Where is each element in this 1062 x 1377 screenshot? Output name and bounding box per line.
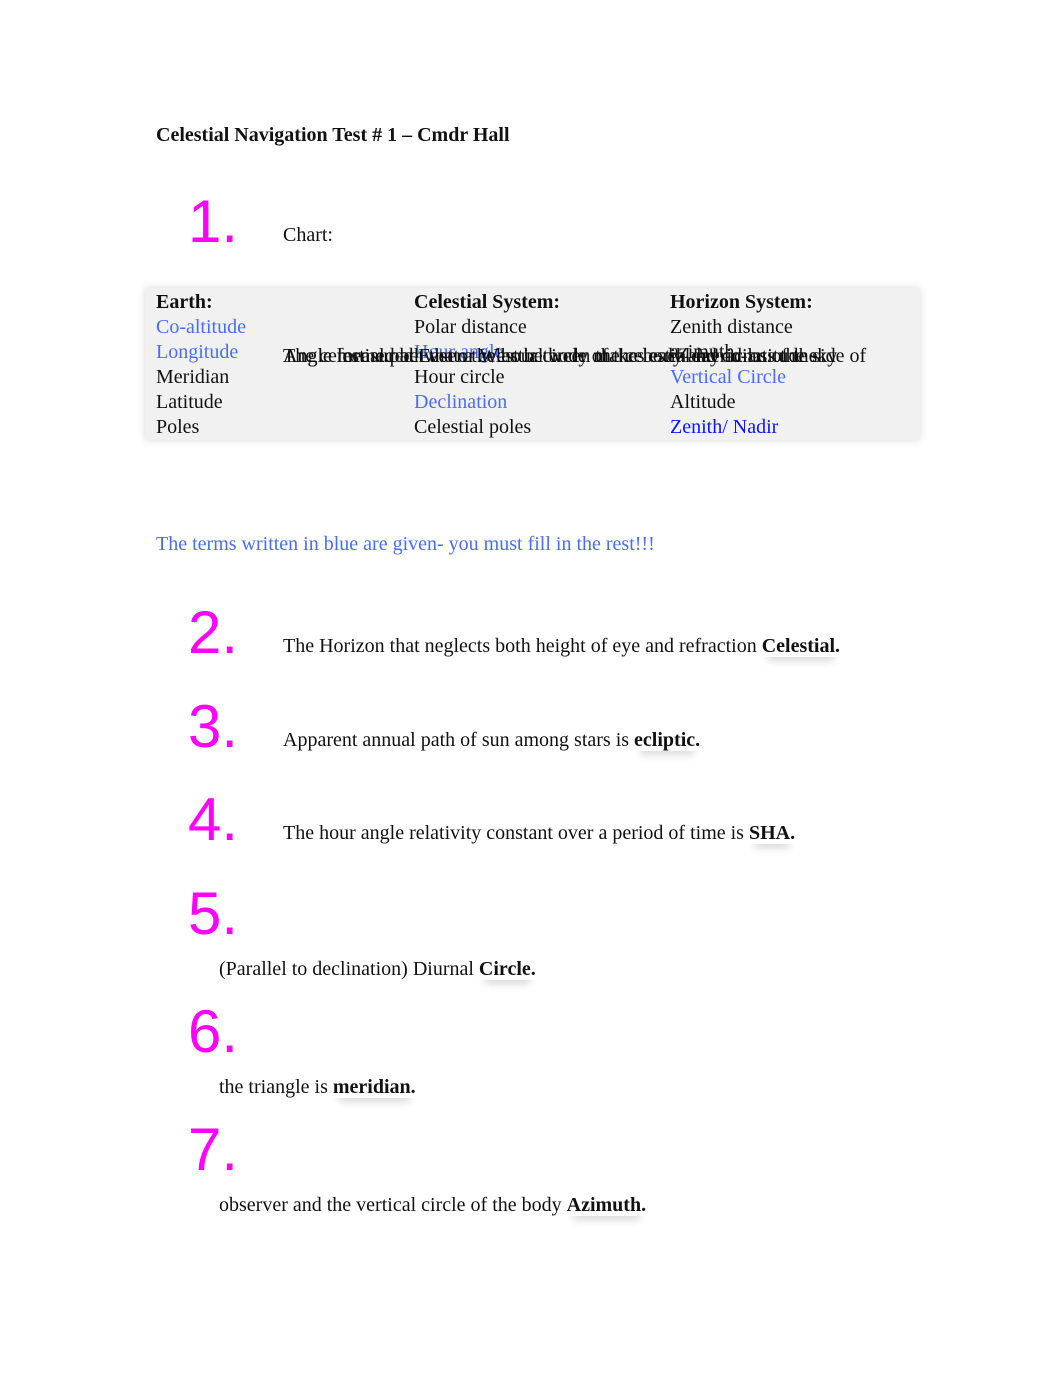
question-text: Chart: <box>283 224 333 246</box>
question-number: 3. <box>188 693 239 760</box>
column-header: Horizon System: <box>670 291 813 313</box>
instruction-note: The terms written in blue are given- you… <box>156 533 655 555</box>
answer: meridian. <box>332 1076 416 1098</box>
question-text: Angle measured East or West between the … <box>283 345 818 367</box>
table-cell: Co-altitude <box>156 316 246 338</box>
table-cell: Poles <box>156 416 200 438</box>
question-text-continued: observer and the vertical circle of the … <box>219 1194 646 1217</box>
answer: Celestial. <box>761 635 841 657</box>
question-number: 1. <box>188 188 239 255</box>
answer: ecliptic. <box>634 729 701 751</box>
page-title: Celestial Navigation Test # 1 – Cmdr Hal… <box>156 124 510 146</box>
column-earth: Earth: Co-altitude Longitude Meridian La… <box>156 290 246 440</box>
table-cell: Zenith distance <box>670 316 793 338</box>
column-header: Celestial System: <box>414 291 561 313</box>
answer: SHA. <box>748 822 796 844</box>
question-text: The Horizon that neglects both height of… <box>283 635 762 657</box>
table-cell: Latitude <box>156 391 223 413</box>
table-cell: Altitude <box>670 391 736 413</box>
table-cell: Longitude <box>156 341 239 363</box>
table-cell: Meridian <box>156 366 230 388</box>
column-header: Earth: <box>156 291 213 313</box>
question-number: 7. <box>188 1116 239 1183</box>
question-text: The hour angle relativity constant over … <box>283 822 795 845</box>
question-text: the triangle is <box>219 1076 333 1098</box>
answer: Azimuth. <box>566 1194 647 1216</box>
table-cell: Hour circle <box>414 366 505 388</box>
table-cell: Vertical Circle <box>670 366 787 388</box>
table-cell: Zenith/ Nadir <box>670 416 779 438</box>
question-number: 6. <box>188 998 239 1065</box>
question-text: The hour angle relativity constant over … <box>283 822 749 844</box>
answer: Circle. <box>478 958 536 980</box>
question-text-continued: the triangle is meridian. <box>219 1076 416 1099</box>
question-text: Apparent annual path of sun among stars … <box>283 729 700 752</box>
question-text: observer and the vertical circle of the … <box>219 1194 567 1216</box>
question-text: The Horizon that neglects both height of… <box>283 635 840 658</box>
question-text: (Parallel to declination) Diurnal <box>219 958 479 980</box>
question-text-continued: (Parallel to declination) Diurnal Circle… <box>219 958 536 981</box>
table-cell: Declination <box>414 391 508 413</box>
question-number: 4. <box>188 786 239 853</box>
table-cell: Celestial poles <box>414 416 532 438</box>
table-cell: Polar distance <box>414 316 527 338</box>
question-text: Apparent annual path of sun among stars … <box>283 729 635 751</box>
question-number: 2. <box>188 599 239 666</box>
question-number: 5. <box>188 880 239 947</box>
